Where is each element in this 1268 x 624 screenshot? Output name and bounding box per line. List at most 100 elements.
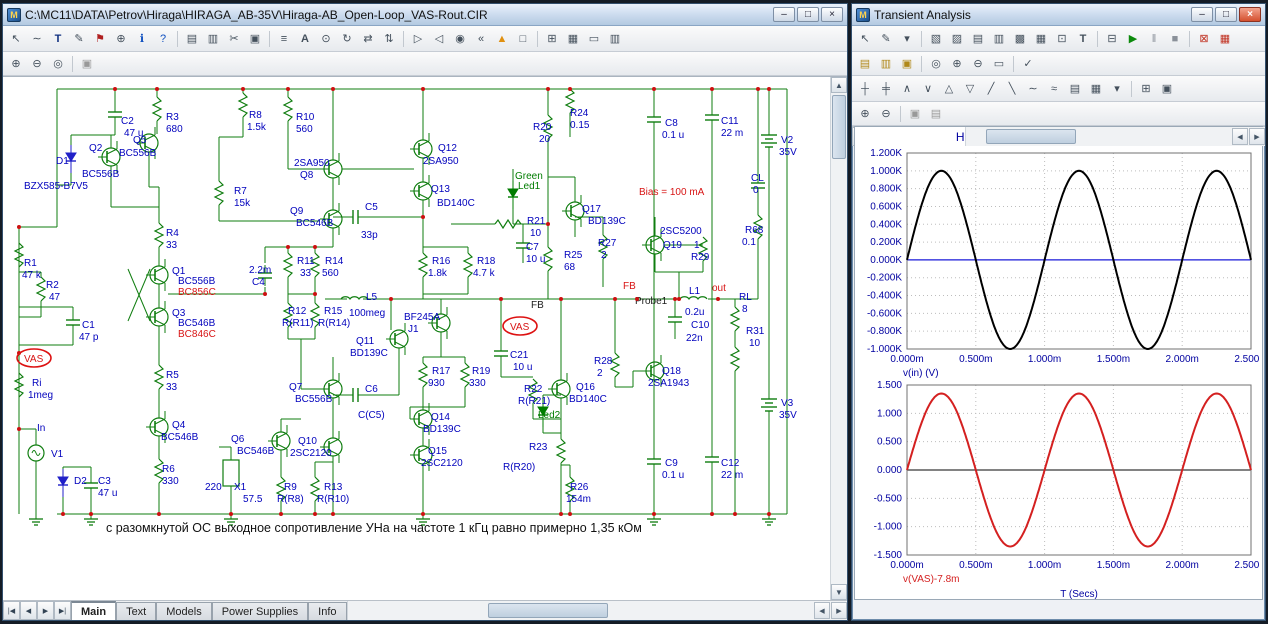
zoom-auto-icon[interactable]: ◎ — [926, 55, 946, 73]
page-nav-button-2[interactable]: ▶ — [37, 601, 54, 620]
vertical-scrollbar[interactable]: ▲ ▼ — [830, 77, 847, 600]
maximize-button[interactable]: □ — [797, 7, 819, 22]
tab-text[interactable]: Text — [116, 602, 157, 620]
flip-y-icon[interactable]: ⇅ — [379, 30, 399, 48]
scroll-right-button[interactable]: ▶ — [1249, 128, 1265, 145]
analysis-limits-icon[interactable]: ⊠ — [1194, 30, 1214, 48]
scroll-down-button[interactable]: ▼ — [831, 584, 847, 600]
print-icon[interactable]: ▭ — [989, 55, 1009, 73]
align-cursors-icon[interactable]: ⊞ — [1136, 80, 1156, 98]
info-mode-icon[interactable]: ℹ — [132, 30, 152, 48]
stop-icon[interactable]: ■ — [1165, 30, 1185, 48]
graphics-mode-icon[interactable]: ✎ — [69, 30, 89, 48]
page-nav-button-0[interactable]: |◀ — [3, 601, 20, 620]
copy-graph-icon[interactable]: ▣ — [905, 105, 925, 123]
peak-icon[interactable]: ∧ — [897, 80, 917, 98]
zoom-in-icon[interactable]: ⊕ — [855, 105, 875, 123]
scroll-left-button[interactable]: ◀ — [1232, 128, 1248, 145]
minimize-button[interactable]: – — [773, 7, 795, 22]
graphics-icon[interactable]: ✎ — [876, 30, 896, 48]
maximize-button[interactable]: □ — [1215, 7, 1237, 22]
panel-split-icon[interactable]: ▥ — [876, 55, 896, 73]
border-toggle-icon[interactable]: ▭ — [584, 30, 604, 48]
title-block-icon[interactable]: ▥ — [605, 30, 625, 48]
copy-to-clipboard-icon[interactable]: ▣ — [77, 55, 97, 73]
text-increment-icon[interactable]: A — [295, 30, 315, 48]
slope-up-icon[interactable]: ╱ — [981, 80, 1001, 98]
scroll-up-button[interactable]: ▲ — [831, 77, 847, 93]
panel-numeric-icon[interactable]: ▤ — [855, 55, 875, 73]
zoom-out-icon[interactable]: ⊖ — [876, 105, 896, 123]
select-all-icon[interactable]: ▤ — [182, 30, 202, 48]
go-to-y-icon[interactable]: ╪ — [876, 80, 896, 98]
text-mode-icon[interactable]: T — [48, 30, 68, 48]
grid-toggle-icon[interactable]: ▦ — [563, 30, 583, 48]
zoom-area-icon[interactable]: ◎ — [48, 55, 68, 73]
zoom-in-icon[interactable]: ⊕ — [947, 55, 967, 73]
pause-icon[interactable]: ‖ — [1144, 30, 1164, 48]
design-warning-icon[interactable]: ▲ — [492, 30, 512, 48]
close-button[interactable]: × — [821, 7, 843, 22]
schematic-window-titlebar[interactable]: M C:\MC11\DATA\Petrov\Hiraga\HIRAGA_AB-3… — [3, 4, 847, 26]
cursor-mode-icon[interactable]: ▤ — [968, 30, 988, 48]
waveform-plot-vvas[interactable]: 1.5001.0000.5000.000-0.500-1.000-1.5000.… — [855, 379, 1259, 600]
component-icon[interactable]: ⊕ — [111, 30, 131, 48]
zoom-in-icon[interactable]: ⊕ — [6, 55, 26, 73]
tab-models[interactable]: Models — [156, 602, 212, 620]
waveform-buffer-icon[interactable]: ▦ — [1086, 80, 1106, 98]
page-nav-button-3[interactable]: ▶| — [54, 601, 71, 620]
plot-properties-icon[interactable]: ✓ — [1018, 55, 1038, 73]
low-icon[interactable]: ▽ — [960, 80, 980, 98]
performance-tag-icon[interactable]: ⊡ — [1052, 30, 1072, 48]
analysis-window-titlebar[interactable]: M Transient Analysis – □ × — [852, 4, 1265, 26]
stepping-icon[interactable]: ▦ — [1215, 30, 1235, 48]
step-box-icon[interactable]: ≡ — [274, 30, 294, 48]
tab-info[interactable]: Info — [308, 602, 347, 620]
point-tag-icon[interactable]: ▥ — [989, 30, 1009, 48]
wire-mode-icon[interactable]: ∼ — [27, 30, 47, 48]
valley-icon[interactable]: ∨ — [918, 80, 938, 98]
color-menu-icon[interactable]: ▾ — [1107, 80, 1127, 98]
vertical-tag-icon[interactable]: ▦ — [1031, 30, 1051, 48]
smoothing-icon[interactable]: ≈ — [1044, 80, 1064, 98]
page-nav-button-1[interactable]: ◀ — [20, 601, 37, 620]
high-icon[interactable]: △ — [939, 80, 959, 98]
waveform-icon[interactable]: ∼ — [1023, 80, 1043, 98]
text-mode-icon[interactable]: T — [1073, 30, 1093, 48]
horizontal-tag-icon[interactable]: ▩ — [1010, 30, 1030, 48]
cut-icon[interactable]: ✂ — [224, 30, 244, 48]
repeat-find-icon[interactable]: « — [471, 30, 491, 48]
horizontal-scrollbar[interactable]: ◀ ▶ — [346, 601, 847, 620]
copy-window-icon[interactable]: ▤ — [926, 105, 946, 123]
close-button[interactable]: × — [1239, 7, 1261, 22]
keep-cursors-icon[interactable]: ▣ — [1157, 80, 1177, 98]
scroll-right-button[interactable]: ▶ — [831, 602, 847, 619]
plot-area[interactable]: Hiraga-AB_Open-Loop_VAS-Rout.CIR 1.200K1… — [854, 126, 1263, 600]
zoom-out-icon[interactable]: ⊖ — [968, 55, 988, 73]
flip-x-icon[interactable]: ⇄ — [358, 30, 378, 48]
region-enable-icon[interactable]: ⊞ — [542, 30, 562, 48]
new-page-icon[interactable]: □ — [513, 30, 533, 48]
horizontal-scroll-thumb[interactable] — [487, 603, 608, 618]
vertical-scroll-thumb[interactable] — [832, 95, 846, 159]
stats-icon[interactable]: ▤ — [1065, 80, 1085, 98]
select-icon[interactable]: ↖ — [855, 30, 875, 48]
bring-front-icon[interactable]: ▷ — [408, 30, 428, 48]
rotate-icon[interactable]: ↻ — [337, 30, 357, 48]
zoom-mode-icon[interactable]: ▨ — [947, 30, 967, 48]
copy-icon[interactable]: ▣ — [245, 30, 265, 48]
run-icon[interactable]: ▶ — [1123, 30, 1143, 48]
clipboard-icon[interactable]: ▥ — [203, 30, 223, 48]
horizontal-scrollbar[interactable]: ◀ ▶ — [965, 127, 1265, 146]
dropdown-icon[interactable]: ▾ — [897, 30, 917, 48]
horizontal-scroll-thumb[interactable] — [986, 129, 1077, 144]
node-numbers-icon[interactable]: ⊙ — [316, 30, 336, 48]
slope-down-icon[interactable]: ╲ — [1002, 80, 1022, 98]
go-to-x-icon[interactable]: ┼ — [855, 80, 875, 98]
waveform-plot-vin[interactable]: 1.200K 1.000K 0.800K 0.600K 0.400K 0.200K 0.00… — [855, 145, 1259, 379]
find-icon[interactable]: ◉ — [450, 30, 470, 48]
scope-select-icon[interactable]: ▧ — [926, 30, 946, 48]
zoom-out-icon[interactable]: ⊖ — [27, 55, 47, 73]
flag-mode-icon[interactable]: ⚑ — [90, 30, 110, 48]
minimize-button[interactable]: – — [1191, 7, 1213, 22]
